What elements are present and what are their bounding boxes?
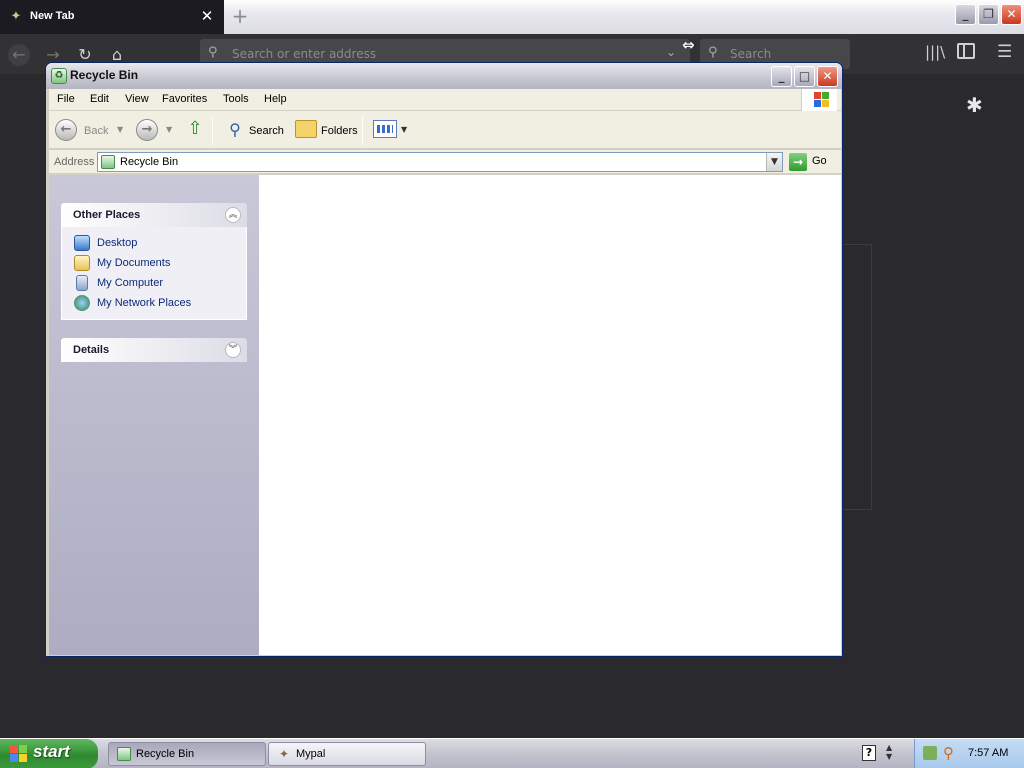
desktop-icon — [74, 235, 90, 251]
start-button[interactable]: start — [0, 739, 98, 768]
system-tray: ⚲ 7:57 AM — [914, 739, 1024, 768]
recycle-bin-icon — [117, 747, 131, 761]
menu-bar: File Edit View Favorites Tools Help — [49, 89, 841, 111]
back-arrow-icon[interactable]: ← — [55, 119, 77, 141]
browser-restore-button[interactable]: ❐ — [978, 4, 999, 25]
menu-file[interactable]: File — [57, 93, 75, 105]
other-places-header[interactable]: Other Places ︽ — [61, 203, 247, 227]
recycle-bin-icon — [101, 155, 115, 169]
new-tab-button[interactable]: + — [230, 6, 250, 26]
link-label: Desktop — [97, 237, 138, 249]
link-label: My Computer — [97, 277, 164, 289]
task-label: Recycle Bin — [136, 748, 195, 760]
resize-cursor-icon: ⇔ — [682, 36, 695, 54]
window-title: Recycle Bin — [70, 68, 139, 82]
details-panel: Details ︾ — [61, 338, 247, 362]
other-places-title: Other Places — [73, 209, 141, 221]
file-list-area[interactable] — [259, 175, 841, 655]
address-field[interactable]: Recycle Bin ▼ — [97, 152, 783, 172]
address-label: Address — [54, 156, 95, 168]
folder-up-icon[interactable]: ⇧ — [184, 117, 206, 141]
browser-close-button[interactable]: ✕ — [1001, 4, 1022, 25]
maximize-button[interactable]: □ — [794, 66, 815, 87]
network-globe-icon — [74, 295, 90, 311]
mypal-icon: ✦ — [10, 9, 22, 24]
search-icon: ⚲ — [708, 45, 718, 60]
hamburger-menu-icon[interactable]: ☰ — [997, 42, 1012, 62]
documents-folder-icon — [74, 255, 90, 271]
minimize-button[interactable]: _ — [771, 66, 792, 87]
library-icon[interactable]: |||\ — [925, 43, 945, 61]
other-places-panel: Other Places ︽ Desktop My Documents My C… — [61, 203, 247, 320]
search-button-label[interactable]: Search — [249, 125, 284, 137]
link-my-documents[interactable]: My Documents — [62, 253, 246, 273]
search-placeholder: Search — [730, 47, 772, 61]
menu-tools[interactable]: Tools — [223, 93, 249, 105]
toolbar-divider — [212, 117, 213, 145]
link-label: My Documents — [97, 257, 171, 269]
start-label: start — [33, 742, 70, 761]
collapse-icon[interactable]: ︽ — [225, 207, 241, 223]
explorer-window: ♻ Recycle Bin _ □ ✕ File Edit View Favor… — [45, 62, 843, 657]
link-label: My Network Places — [97, 297, 192, 309]
toolbar: ← Back ▼ → ▼ ⇧ ⚲ Search Folders ▼ — [49, 111, 841, 149]
menu-help[interactable]: Help — [264, 93, 287, 105]
taskbar-button-recycle-bin[interactable]: Recycle Bin — [108, 742, 266, 766]
chevron-down-icon[interactable]: ▼ — [766, 153, 782, 171]
folders-button-label[interactable]: Folders — [321, 125, 358, 137]
taskbar: start Recycle Bin ✦ Mypal ? ▲ ▼ ⚲ 7:57 AM — [0, 738, 1024, 768]
search-tray-icon[interactable]: ⚲ — [943, 744, 954, 762]
toolbar-divider — [362, 117, 363, 145]
url-placeholder: Search or enter address — [232, 47, 377, 61]
search-icon: ⚲ — [208, 45, 218, 60]
go-arrow-icon: → — [789, 153, 807, 171]
tray-scroll-icon[interactable]: ▲ ▼ — [886, 743, 892, 761]
link-desktop[interactable]: Desktop — [62, 233, 246, 253]
task-pane: Other Places ︽ Desktop My Documents My C… — [49, 175, 259, 655]
forward-dropdown-icon[interactable]: ▼ — [166, 125, 172, 134]
other-places-list: Desktop My Documents My Computer My Netw… — [61, 227, 247, 320]
help-icon[interactable]: ? — [862, 745, 876, 761]
details-title: Details — [73, 344, 110, 356]
browser-tab[interactable]: ✦ New Tab ✕ — [0, 0, 224, 34]
recycle-bin-icon: ♻ — [51, 68, 67, 84]
task-label: Mypal — [296, 748, 326, 760]
close-button[interactable]: ✕ — [817, 66, 838, 87]
tab-close-icon[interactable]: ✕ — [198, 7, 216, 25]
back-dropdown-icon[interactable]: ▼ — [117, 125, 123, 134]
clock[interactable]: 7:57 AM — [968, 747, 1008, 759]
go-button[interactable]: → Go — [788, 152, 840, 172]
browser-tab-bar: ✦ New Tab ✕ + _ ❐ ✕ — [0, 0, 1024, 34]
chevron-down-icon[interactable]: ⌄ — [666, 45, 676, 59]
folders-icon[interactable] — [295, 120, 317, 138]
go-label: Go — [812, 155, 827, 167]
windows-flag-icon — [801, 89, 837, 111]
back-button-label[interactable]: Back — [84, 125, 108, 137]
sidebar-icon[interactable] — [957, 43, 975, 59]
browser-minimize-button[interactable]: _ — [955, 4, 976, 25]
menu-view[interactable]: View — [125, 93, 149, 105]
views-icon[interactable] — [373, 120, 397, 138]
mypal-icon: ✦ — [278, 747, 290, 761]
forward-arrow-icon[interactable]: → — [136, 119, 158, 141]
views-dropdown-icon[interactable]: ▼ — [401, 125, 407, 134]
menu-edit[interactable]: Edit — [90, 93, 109, 105]
computer-icon — [76, 275, 88, 291]
browser-tab-title: New Tab — [30, 10, 75, 22]
expand-icon[interactable]: ︾ — [225, 342, 241, 358]
address-bar: Address Recycle Bin ▼ → Go — [49, 150, 841, 174]
details-header[interactable]: Details ︾ — [61, 338, 247, 362]
search-icon[interactable]: ⚲ — [224, 119, 246, 141]
scrollbar[interactable] — [1008, 74, 1024, 738]
taskbar-button-mypal[interactable]: ✦ Mypal — [268, 742, 426, 766]
title-bar[interactable]: ♻ Recycle Bin _ □ ✕ — [46, 63, 842, 89]
address-value: Recycle Bin — [120, 156, 179, 168]
windows-logo-icon — [10, 745, 28, 763]
menu-favorites[interactable]: Favorites — [162, 93, 207, 105]
link-my-computer[interactable]: My Computer — [62, 273, 246, 293]
gear-icon[interactable]: ✱ — [966, 93, 983, 117]
link-my-network-places[interactable]: My Network Places — [62, 293, 246, 313]
network-tray-icon[interactable] — [923, 746, 937, 760]
back-arrow-icon[interactable]: ← — [8, 44, 30, 66]
